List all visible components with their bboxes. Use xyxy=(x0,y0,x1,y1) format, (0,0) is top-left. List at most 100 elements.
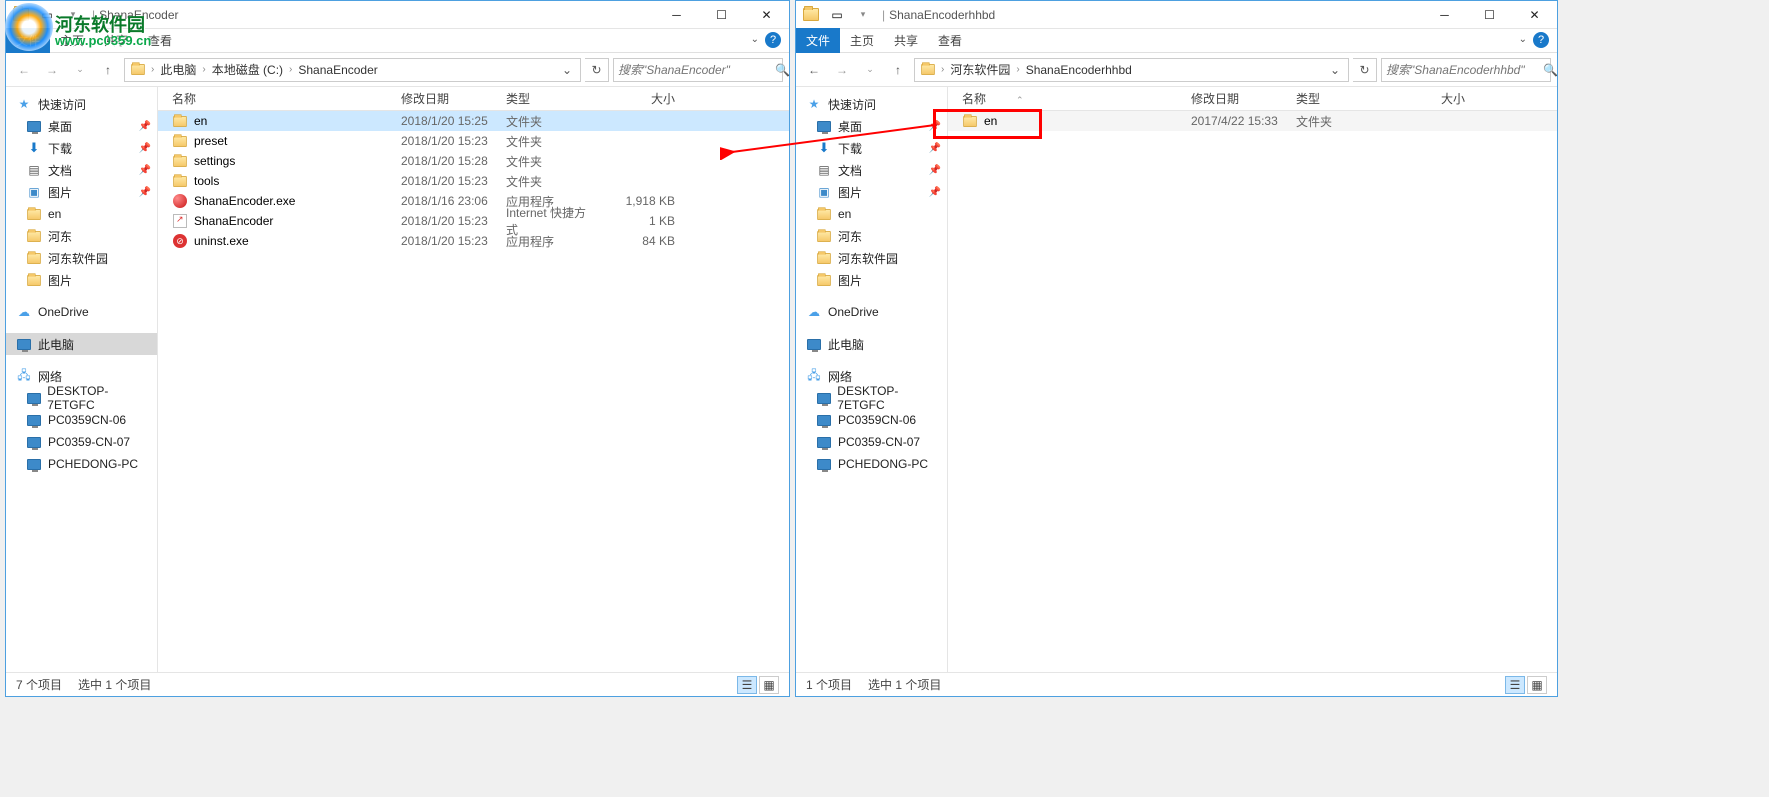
chevron-right-icon[interactable]: › xyxy=(1014,64,1021,75)
nav-network-pc[interactable]: PC0359CN-06 xyxy=(796,409,947,431)
file-list[interactable]: en 2018/1/20 15:25 文件夹 preset 2018/1/20 … xyxy=(158,111,789,672)
breadcrumb-segment[interactable]: ShanaEncoderhhbd xyxy=(1024,63,1134,77)
nav-up-button[interactable]: ↑ xyxy=(96,58,120,82)
ribbon-expand-icon[interactable]: ⌄ xyxy=(751,34,759,45)
help-icon[interactable]: ? xyxy=(765,32,781,48)
ribbon-tab-view[interactable]: 查看 xyxy=(928,28,972,53)
nav-onedrive[interactable]: ☁OneDrive xyxy=(796,301,947,323)
column-date[interactable]: 修改日期 xyxy=(1183,90,1288,107)
help-icon[interactable]: ? xyxy=(1533,32,1549,48)
nav-item[interactable]: 河东 xyxy=(6,225,157,247)
nav-network-pc[interactable]: DESKTOP-7ETGFC xyxy=(796,387,947,409)
column-type[interactable]: 类型 xyxy=(498,90,603,107)
minimize-button[interactable]: ─ xyxy=(1422,1,1467,29)
nav-this-pc[interactable]: 此电脑 xyxy=(6,333,157,355)
column-size[interactable]: 大小 xyxy=(1393,90,1473,107)
view-details-button[interactable]: ☰ xyxy=(737,676,757,694)
nav-item[interactable]: ⬇下载📌 xyxy=(796,137,947,159)
search-box[interactable]: 🔍 xyxy=(1381,58,1551,82)
navigation-pane[interactable]: ★快速访问桌面📌⬇下载📌▤文档📌▣图片📌en河东河东软件园图片☁OneDrive… xyxy=(6,87,158,672)
maximize-button[interactable]: ☐ xyxy=(1467,1,1512,29)
nav-this-pc[interactable]: 此电脑 xyxy=(796,333,947,355)
column-headers[interactable]: 名称⌃ 修改日期 类型 大小 xyxy=(948,87,1557,111)
nav-onedrive[interactable]: ☁OneDrive xyxy=(6,301,157,323)
minimize-button[interactable]: ─ xyxy=(654,1,699,29)
breadcrumb[interactable]: › 河东软件园 › ShanaEncoderhhbd ⌄ xyxy=(914,58,1349,82)
search-icon[interactable]: 🔍 xyxy=(1543,63,1558,77)
nav-item[interactable]: 桌面📌 xyxy=(796,115,947,137)
file-row[interactable]: settings 2018/1/20 15:28 文件夹 xyxy=(158,151,789,171)
nav-network-pc[interactable]: PCHEDONG-PC xyxy=(796,453,947,475)
nav-item[interactable]: ▣图片📌 xyxy=(796,181,947,203)
nav-item[interactable]: ▤文档📌 xyxy=(796,159,947,181)
nav-back-button[interactable]: ← xyxy=(802,58,826,82)
qat-properties-icon[interactable]: ▭ xyxy=(826,4,848,26)
ribbon-expand-icon[interactable]: ⌄ xyxy=(1519,34,1527,45)
file-row[interactable]: preset 2018/1/20 15:23 文件夹 xyxy=(158,131,789,151)
breadcrumb-segment[interactable]: 本地磁盘 (C:) xyxy=(210,61,285,78)
chevron-right-icon[interactable]: › xyxy=(200,64,207,75)
nav-item[interactable]: 河东软件园 xyxy=(796,247,947,269)
nav-network-pc[interactable]: PC0359CN-06 xyxy=(6,409,157,431)
nav-back-button[interactable]: ← xyxy=(12,58,36,82)
nav-network-pc[interactable]: DESKTOP-7ETGFC xyxy=(6,387,157,409)
view-details-button[interactable]: ☰ xyxy=(1505,676,1525,694)
refresh-button[interactable]: ↻ xyxy=(585,58,609,82)
column-headers[interactable]: 名称 修改日期 类型 大小 xyxy=(158,87,789,111)
column-name[interactable]: 名称 xyxy=(158,90,393,107)
qat-dropdown-icon[interactable]: ▾ xyxy=(62,4,84,26)
qat-dropdown-icon[interactable]: ▾ xyxy=(852,4,874,26)
titlebar[interactable]: ▭ ▾ | ShanaEncoderhhbd ─ ☐ ✕ xyxy=(796,1,1557,29)
breadcrumb-dropdown[interactable]: ⌄ xyxy=(558,63,576,77)
file-row[interactable]: ShanaEncoder 2018/1/20 15:23 Internet 快捷… xyxy=(158,211,789,231)
nav-item[interactable]: ⬇下载📌 xyxy=(6,137,157,159)
nav-item[interactable]: 河东 xyxy=(796,225,947,247)
breadcrumb-segment[interactable]: 河东软件园 xyxy=(948,61,1012,78)
nav-item[interactable]: 桌面📌 xyxy=(6,115,157,137)
search-icon[interactable]: 🔍 xyxy=(775,63,790,77)
nav-item[interactable]: 图片 xyxy=(796,269,947,291)
search-box[interactable]: 🔍 xyxy=(613,58,783,82)
nav-network-pc[interactable]: PC0359-CN-07 xyxy=(6,431,157,453)
view-icons-button[interactable]: ▦ xyxy=(1527,676,1547,694)
column-size[interactable]: 大小 xyxy=(603,90,683,107)
nav-quick-access[interactable]: ★快速访问 xyxy=(796,93,947,115)
nav-up-button[interactable]: ↑ xyxy=(886,58,910,82)
file-row[interactable]: en 2018/1/20 15:25 文件夹 xyxy=(158,111,789,131)
nav-item[interactable]: 图片 xyxy=(6,269,157,291)
breadcrumb[interactable]: › 此电脑 › 本地磁盘 (C:) › ShanaEncoder ⌄ xyxy=(124,58,581,82)
navigation-pane[interactable]: ★快速访问桌面📌⬇下载📌▤文档📌▣图片📌en河东河东软件园图片 ☁OneDrive… xyxy=(796,87,948,672)
ribbon-tab-file[interactable]: 文件 xyxy=(6,28,50,53)
nav-item[interactable]: ▣图片📌 xyxy=(6,181,157,203)
refresh-button[interactable]: ↻ xyxy=(1353,58,1377,82)
search-input[interactable] xyxy=(618,63,775,77)
file-row[interactable]: tools 2018/1/20 15:23 文件夹 xyxy=(158,171,789,191)
nav-item[interactable]: en xyxy=(796,203,947,225)
close-button[interactable]: ✕ xyxy=(1512,1,1557,29)
nav-quick-access[interactable]: ★快速访问 xyxy=(6,93,157,115)
file-list[interactable]: en 2017/4/22 15:33 文件夹 xyxy=(948,111,1557,672)
titlebar[interactable]: ▭ ▾ | ShanaEncoder ─ ☐ ✕ xyxy=(6,1,789,29)
ribbon-tab-home[interactable]: 主页 xyxy=(840,28,884,53)
column-name[interactable]: 名称⌃ xyxy=(948,90,1183,107)
file-row[interactable]: ⊘uninst.exe 2018/1/20 15:23 应用程序 84 KB xyxy=(158,231,789,251)
file-row[interactable]: ShanaEncoder.exe 2018/1/16 23:06 应用程序 1,… xyxy=(158,191,789,211)
qat-properties-icon[interactable]: ▭ xyxy=(36,4,58,26)
breadcrumb-segment[interactable]: 此电脑 xyxy=(158,61,198,78)
chevron-right-icon[interactable]: › xyxy=(939,64,946,75)
chevron-right-icon[interactable]: › xyxy=(149,64,156,75)
nav-item[interactable]: ▤文档📌 xyxy=(6,159,157,181)
breadcrumb-dropdown[interactable]: ⌄ xyxy=(1326,63,1344,77)
search-input[interactable] xyxy=(1386,63,1543,77)
ribbon-tab-share[interactable]: 共享 xyxy=(94,28,138,53)
maximize-button[interactable]: ☐ xyxy=(699,1,744,29)
nav-recent-dropdown[interactable]: ⌄ xyxy=(68,58,92,82)
ribbon-tab-file[interactable]: 文件 xyxy=(796,28,840,53)
ribbon-tab-share[interactable]: 共享 xyxy=(884,28,928,53)
column-date[interactable]: 修改日期 xyxy=(393,90,498,107)
nav-recent-dropdown[interactable]: ⌄ xyxy=(858,58,882,82)
nav-item[interactable]: 河东软件园 xyxy=(6,247,157,269)
file-row[interactable]: en 2017/4/22 15:33 文件夹 xyxy=(948,111,1557,131)
close-button[interactable]: ✕ xyxy=(744,1,789,29)
ribbon-tab-view[interactable]: 查看 xyxy=(138,28,182,53)
